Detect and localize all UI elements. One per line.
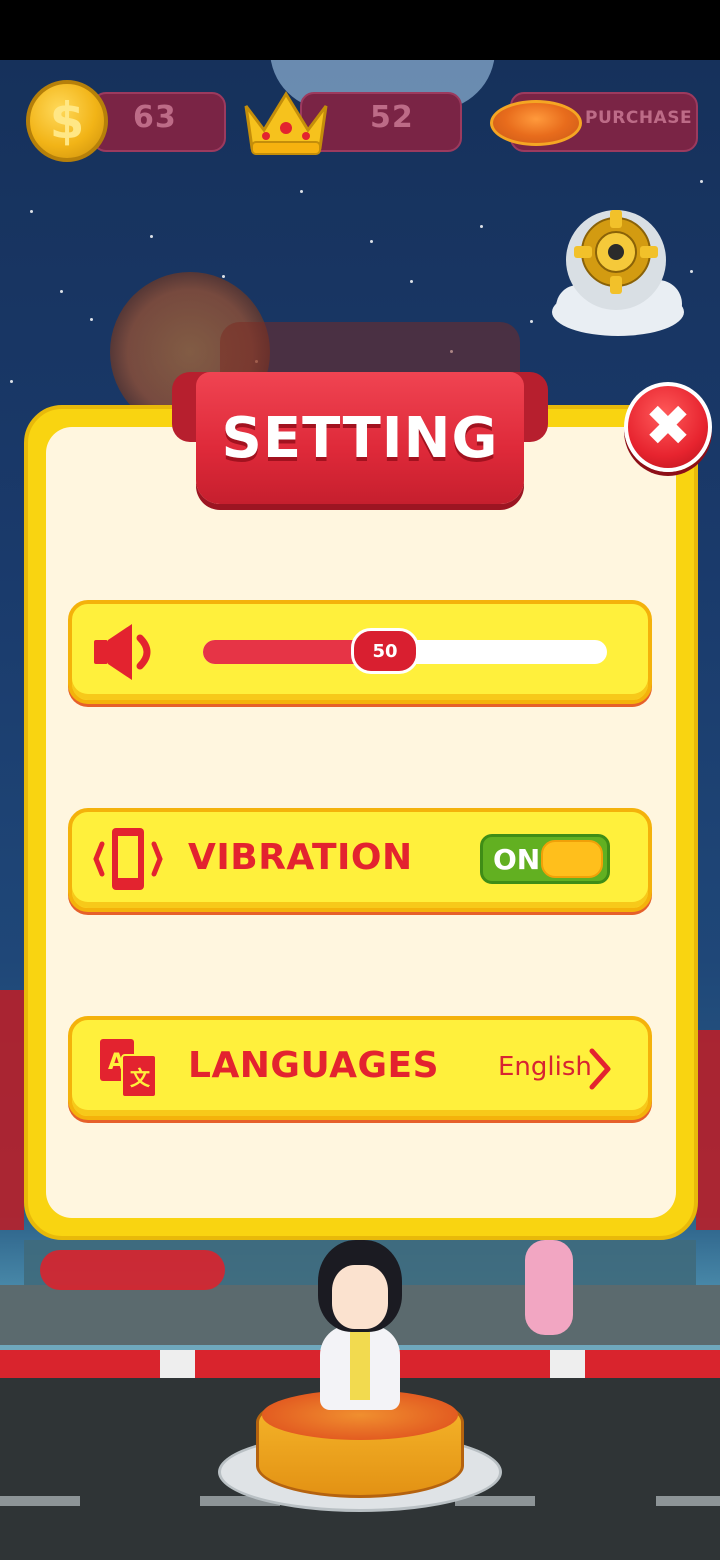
- settings-title-banner: SETTING: [196, 372, 524, 504]
- close-button[interactable]: ✖: [624, 382, 712, 472]
- lane-marking: [0, 1496, 80, 1506]
- chevron-right-icon[interactable]: [588, 1047, 614, 1091]
- status-bar: [0, 0, 720, 60]
- girl-character-face: [332, 1265, 388, 1329]
- speaker-icon: [94, 624, 151, 680]
- pizza-shop-icon[interactable]: [490, 100, 582, 146]
- volume-slider-thumb[interactable]: 50: [351, 628, 419, 674]
- settings-gear-icon[interactable]: [548, 202, 688, 337]
- dragon-dance-decoration: [40, 1250, 225, 1290]
- translate-icon: A 文: [100, 1039, 157, 1098]
- vibration-phone-icon: [93, 828, 163, 890]
- settings-title: SETTING: [221, 405, 499, 471]
- languages-label: LANGUAGES: [188, 1045, 440, 1086]
- crown-count: 52: [370, 100, 414, 135]
- coin-icon: $: [26, 80, 108, 162]
- vibration-toggle-knob: [541, 840, 603, 878]
- vibration-toggle-state: ON: [493, 843, 541, 876]
- building-left: [0, 990, 24, 1230]
- close-icon: ✖: [644, 394, 692, 459]
- crown-icon: [244, 91, 328, 155]
- kimono-girl-character: [525, 1240, 573, 1335]
- purchase-button-label[interactable]: PURCHASE: [585, 108, 692, 128]
- svg-text:文: 文: [130, 1066, 151, 1090]
- language-value[interactable]: English: [498, 1052, 592, 1082]
- volume-value: 50: [372, 640, 398, 662]
- girl-character-sash: [350, 1330, 370, 1400]
- lane-marking: [656, 1496, 720, 1506]
- vibration-label: VIBRATION: [188, 837, 413, 878]
- building-right: [696, 1030, 720, 1230]
- vibration-toggle[interactable]: ON: [480, 834, 610, 884]
- coin-count: 63: [133, 100, 177, 135]
